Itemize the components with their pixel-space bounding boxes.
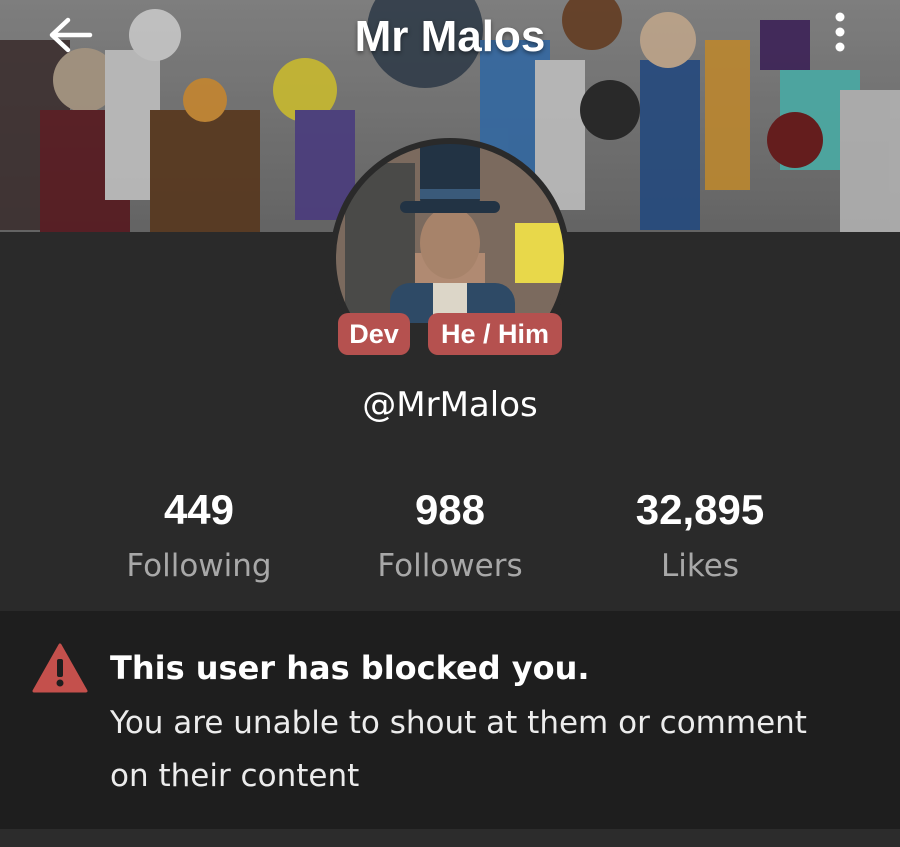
followers-count: 988 (414, 486, 486, 533)
followers-stat[interactable]: 988 Followers (320, 484, 580, 586)
warning-triangle-icon (32, 642, 88, 694)
following-count: 449 (163, 486, 235, 533)
likes-label: Likes (661, 548, 739, 584)
dev-badge: Dev (338, 313, 410, 355)
notice-message: You are unable to shout at them or comme… (110, 705, 807, 794)
likes-count: 32,895 (635, 486, 765, 533)
followers-label: Followers (377, 548, 523, 584)
username-handle: @MrMalos (362, 385, 538, 425)
bottom-divider (0, 829, 900, 847)
more-vertical-icon (835, 12, 845, 52)
more-options-button[interactable] (820, 8, 860, 58)
following-stat[interactable]: 449 Following (69, 484, 329, 586)
pronouns-badge: He / Him (428, 313, 562, 355)
notice-title: This user has blocked you. (110, 649, 590, 687)
page-title: Mr Malos (354, 12, 546, 61)
avatar-ring (326, 133, 574, 378)
likes-stat: 32,895 Likes (570, 484, 830, 586)
following-label: Following (126, 548, 272, 584)
